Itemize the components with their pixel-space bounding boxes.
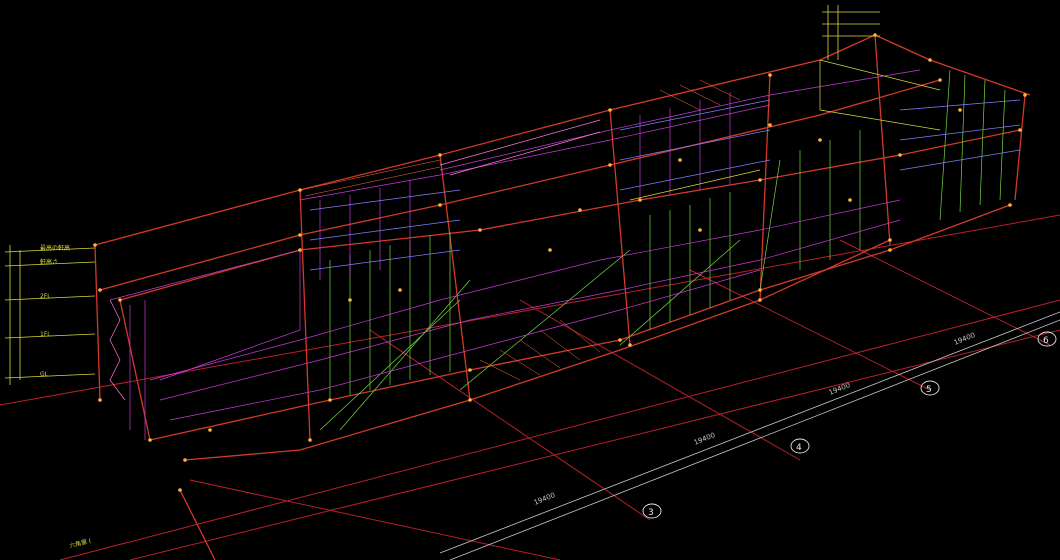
structural-node — [298, 248, 302, 252]
level-label-4: 1FL — [40, 331, 51, 338]
structural-node — [298, 188, 302, 192]
structural-node — [148, 438, 152, 442]
grid-bubble-label-6: 6 — [1043, 336, 1049, 346]
structural-node — [848, 198, 852, 202]
structural-node — [1018, 128, 1022, 132]
structural-node — [768, 123, 772, 127]
structural-node — [98, 398, 102, 402]
structural-node — [578, 208, 582, 212]
structural-node — [1023, 93, 1027, 97]
structural-node — [898, 153, 902, 157]
structural-node — [208, 428, 212, 432]
structural-node — [888, 248, 892, 252]
structural-node — [758, 298, 762, 302]
structural-node — [938, 78, 942, 82]
structural-node — [608, 108, 612, 112]
structural-node — [178, 488, 182, 492]
structural-node — [98, 288, 102, 292]
level-label-5: GL — [40, 371, 49, 378]
structural-node — [608, 163, 612, 167]
level-label-3: 2FL — [40, 293, 51, 300]
structural-node — [638, 198, 642, 202]
structural-node — [93, 243, 97, 247]
structural-node — [438, 203, 442, 207]
grid-bubble-label-3: 3 — [648, 508, 654, 518]
structural-node — [183, 458, 187, 462]
structural-node — [888, 238, 892, 242]
grid-bubble-label-4: 4 — [796, 443, 802, 453]
structural-node — [478, 228, 482, 232]
structural-node — [618, 338, 622, 342]
structural-node — [758, 178, 762, 182]
structural-node — [118, 298, 122, 302]
structural-node — [438, 153, 442, 157]
viewport-background — [0, 0, 1060, 560]
structural-node — [548, 248, 552, 252]
grid-bubble-label-5: 5 — [926, 385, 932, 395]
structural-node — [678, 158, 682, 162]
structural-node — [308, 438, 312, 442]
structural-node — [768, 73, 772, 77]
structural-node — [628, 343, 632, 347]
structural-node — [468, 398, 472, 402]
structural-node — [298, 233, 302, 237]
structural-node — [818, 138, 822, 142]
structural-node — [1008, 203, 1012, 207]
structural-node — [928, 58, 932, 62]
structural-node — [958, 108, 962, 112]
cad-3d-viewport[interactable]: 最高の軒高 軒高さ 2FL 1FL GL 六角屋 ( 19400 19400 1… — [0, 0, 1060, 560]
level-label-2: 軒高さ — [40, 258, 58, 266]
structural-node — [698, 228, 702, 232]
level-label-1: 最高の軒高 — [40, 244, 70, 252]
structural-node — [468, 368, 472, 372]
structural-node — [328, 398, 332, 402]
structural-node — [398, 288, 402, 292]
structural-node — [758, 288, 762, 292]
structural-node — [348, 298, 352, 302]
structural-wireframe-model[interactable]: 最高の軒高 軒高さ 2FL 1FL GL 六角屋 ( 19400 19400 1… — [0, 0, 1060, 560]
